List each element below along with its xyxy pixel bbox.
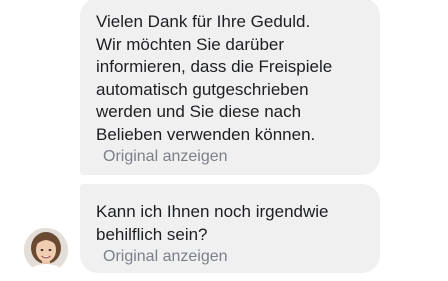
agent-avatar[interactable] [24, 228, 68, 272]
show-original-link[interactable]: Original anzeigen [103, 147, 368, 167]
avatar-portrait-icon [24, 228, 68, 272]
message-bubble: Kann ich Ihnen noch irgendwie behilflich… [80, 184, 380, 273]
message-bubble: Vielen Dank für Ihre Geduld. Wir möchten… [80, 0, 380, 175]
chat-thread: Vielen Dank für Ihre Geduld. Wir möchten… [0, 0, 448, 281]
show-original-link[interactable]: Original anzeigen [103, 247, 368, 267]
message-text: Kann ich Ihnen noch irgendwie behilflich… [96, 202, 329, 244]
message-text: Vielen Dank für Ihre Geduld. Wir möchten… [96, 12, 333, 144]
